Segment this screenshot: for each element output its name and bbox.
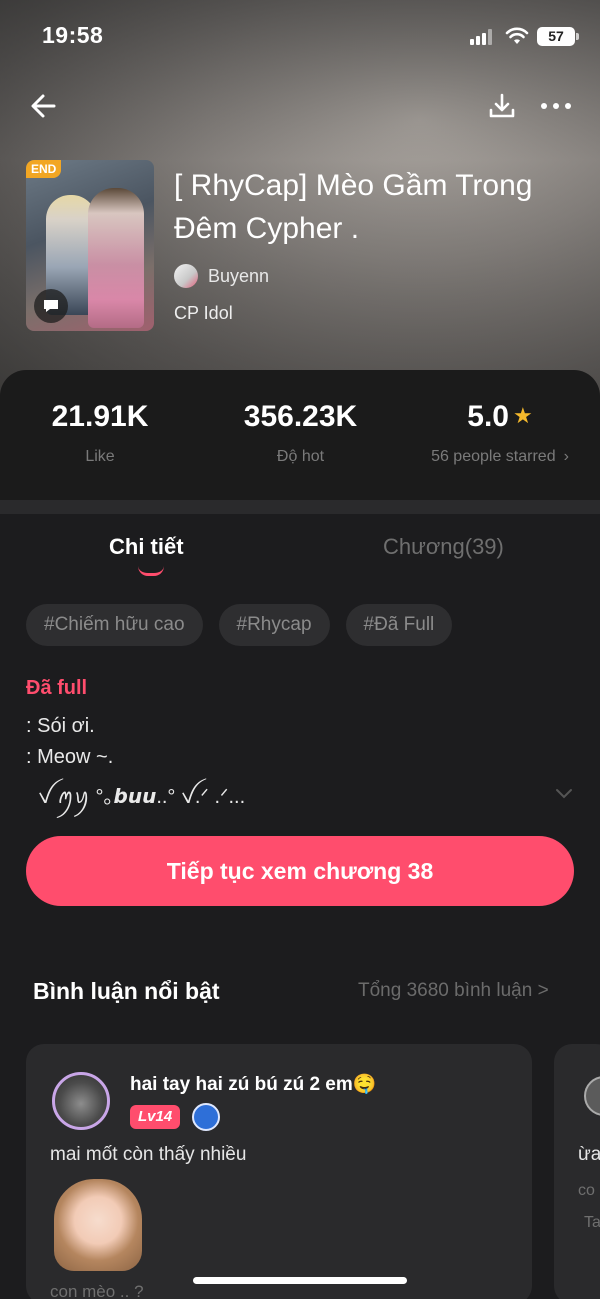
- description-line: : Meow ~.: [26, 746, 114, 768]
- comment-card[interactable]: hai tay hai zú bú zú 2 em🤤 Lv14 mai mốt …: [26, 1044, 532, 1299]
- stat-likes: 21.91K Like: [40, 400, 160, 466]
- stat-rating[interactable]: 5.0 ★ 56 people starred ›: [415, 400, 585, 466]
- signal-icon: [470, 29, 496, 45]
- comment-card[interactable]: ừa co Ta: [554, 1044, 600, 1299]
- stat-hot: 356.23K Độ hot: [228, 400, 373, 466]
- comment-reply: co: [578, 1182, 595, 1199]
- description-line: ꪜ ꪑꪗ °｡𝙗𝙪𝙪..° ꪜ.ᐟ .ᐟ...: [38, 786, 246, 808]
- star-icon: ★: [512, 403, 533, 428]
- tab-chapters[interactable]: Chương(39): [383, 534, 504, 560]
- sticker-image: [54, 1179, 142, 1271]
- author-row[interactable]: Buyenn: [174, 263, 269, 289]
- comment-reply: Ta: [584, 1214, 600, 1231]
- hot-count: 356.23K: [243, 400, 358, 433]
- wifi-icon: [505, 27, 529, 44]
- author-name: Buyenn: [208, 265, 270, 286]
- description-line: : Sói ơi.: [26, 715, 95, 737]
- likes-count: 21.91K: [51, 400, 149, 433]
- likes-label: Like: [85, 448, 115, 465]
- battery-indicator: 57: [537, 27, 579, 46]
- avatar[interactable]: [584, 1076, 600, 1116]
- story-title: [ RhyCap] Mèo Gầm Trong Đêm Cypher .: [174, 169, 533, 245]
- continue-reading-button[interactable]: Tiếp tục xem chương 38: [26, 836, 574, 906]
- description-status: Đã full: [26, 677, 88, 699]
- chevron-down-icon[interactable]: [555, 787, 573, 799]
- story-cover[interactable]: END: [26, 160, 154, 331]
- comment-text: mai mốt còn thấy nhiều: [50, 1144, 247, 1165]
- end-badge: END: [26, 160, 62, 178]
- rating-label: 56 people starred: [431, 448, 556, 465]
- hot-label: Độ hot: [276, 448, 325, 465]
- comment-bubble-icon[interactable]: [34, 289, 68, 323]
- section-divider: [0, 500, 600, 514]
- download-icon[interactable]: [484, 88, 520, 124]
- tag-list: #Chiếm hữu cao #Rhycap #Đã Full: [26, 604, 453, 646]
- tab-active-indicator: [138, 566, 164, 576]
- level-badge: Lv14: [130, 1105, 181, 1129]
- story-category[interactable]: CP Idol: [174, 303, 233, 324]
- comments-title: Bình luận nổi bật: [33, 978, 220, 1004]
- home-indicator: [193, 1277, 407, 1284]
- comment-text: ừa: [578, 1144, 600, 1165]
- stats-panel: 21.91K Like 356.23K Độ hot 5.0 ★ 56 peopl…: [0, 370, 600, 500]
- verified-badge-icon: [192, 1103, 220, 1131]
- chevron-right-icon: ›: [563, 448, 569, 465]
- back-arrow-icon[interactable]: [26, 88, 62, 124]
- comments-total-link[interactable]: Tổng 3680 bình luận >: [358, 980, 549, 1002]
- status-time: 19:58: [42, 22, 104, 48]
- comment-username[interactable]: hai tay hai zú bú zú 2 em🤤: [130, 1072, 376, 1096]
- tag-chip[interactable]: #Rhycap: [218, 604, 330, 646]
- tag-chip[interactable]: #Đã Full: [345, 604, 453, 646]
- rating-value: 5.0: [467, 400, 509, 433]
- tab-detail[interactable]: Chi tiết: [109, 534, 184, 560]
- detail-content: Chi tiết Chương(39) #Chiếm hữu cao #Rhyc…: [0, 514, 600, 1299]
- author-avatar: [174, 264, 198, 288]
- avatar[interactable]: [52, 1072, 110, 1130]
- tag-chip[interactable]: #Chiếm hữu cao: [26, 604, 203, 646]
- cover-figure: [88, 188, 144, 328]
- more-options-icon[interactable]: [538, 88, 574, 124]
- comment-reply: con mèo .. ?: [50, 1282, 144, 1299]
- top-nav: [0, 80, 600, 130]
- status-bar: 19:58 57: [0, 0, 600, 72]
